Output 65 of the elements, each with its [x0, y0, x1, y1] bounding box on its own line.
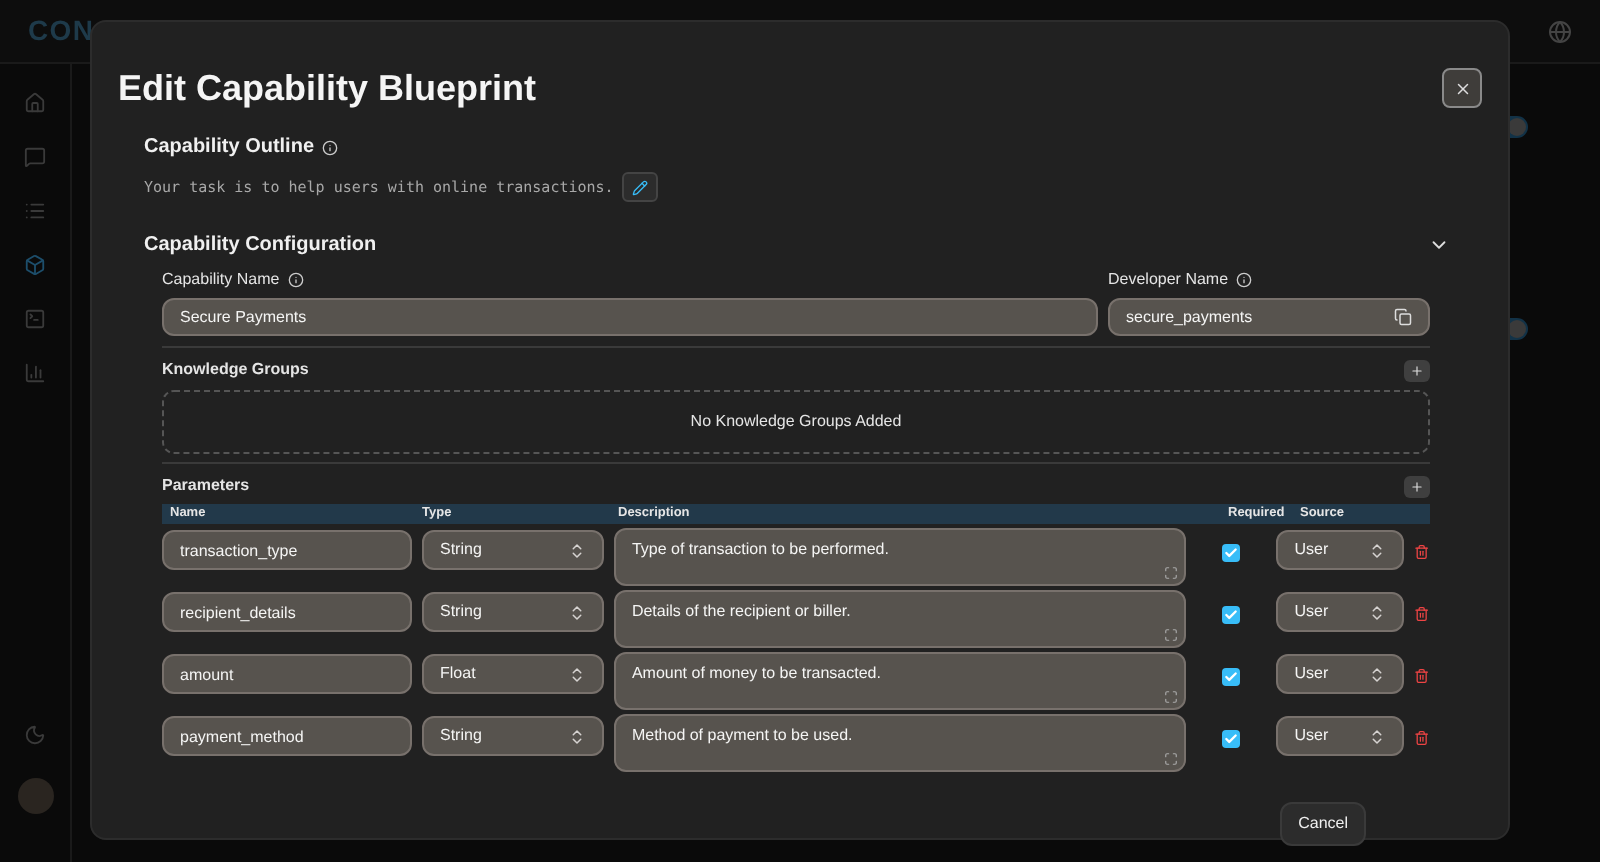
field-label: Developer Name [1108, 268, 1229, 292]
input-field[interactable]: payment_method [162, 716, 412, 756]
logo-text: CON [28, 12, 95, 50]
checkbox[interactable] [1222, 606, 1240, 624]
trash-icon[interactable] [1414, 606, 1430, 622]
field-label: Capability Name [162, 268, 280, 292]
select-field[interactable]: User [1276, 592, 1405, 632]
trash-icon[interactable] [1414, 668, 1430, 684]
resize-icon [1163, 628, 1178, 642]
info-icon [322, 139, 339, 155]
input-field[interactable]: Secure Payments [162, 298, 1098, 336]
select-field[interactable]: String [422, 716, 604, 756]
close-button[interactable] [1442, 68, 1482, 108]
pencil-icon [631, 179, 648, 195]
description-field[interactable]: Details of the recipient or biller. [613, 590, 1186, 648]
trash-icon[interactable] [1414, 544, 1430, 560]
description-field[interactable]: Method of payment to be used. [613, 714, 1186, 772]
check-icon [1224, 546, 1238, 560]
checkbox[interactable] [1222, 668, 1240, 686]
chevrons-icon [1368, 603, 1387, 621]
cube-icon[interactable] [24, 254, 46, 276]
empty-text: No Knowledge Groups Added [690, 410, 902, 434]
chevrons-icon [567, 727, 586, 745]
resize-icon [1163, 566, 1178, 580]
info-icon [1236, 272, 1253, 288]
resize-icon [1163, 752, 1178, 766]
description-field[interactable]: Amount of money to be transacted. [613, 652, 1186, 710]
check-icon [1224, 670, 1238, 684]
close-icon [1453, 79, 1471, 97]
chevrons-icon [1368, 541, 1387, 559]
chevrons-icon [567, 541, 586, 559]
plus-icon [1410, 363, 1424, 377]
chevrons-icon [1368, 727, 1387, 745]
input-field[interactable]: transaction_type [162, 530, 412, 570]
section-label: Capability Configuration [144, 232, 377, 260]
section-label: Knowledge Groups [162, 358, 309, 382]
description-field[interactable]: Type of transaction to be performed. [613, 528, 1186, 586]
dialog-title: Edit Capability Blueprint [118, 66, 537, 112]
input-field[interactable]: amount [162, 654, 412, 694]
checkbox[interactable] [1222, 544, 1240, 562]
plus-icon [1410, 479, 1424, 493]
resize-icon [1163, 690, 1178, 704]
add-button[interactable] [1404, 359, 1430, 381]
select-field[interactable]: User [1276, 654, 1405, 694]
section-label: Parameters [162, 474, 250, 498]
select-field[interactable]: String [422, 530, 604, 570]
check-icon [1224, 608, 1238, 622]
chevrons-icon [567, 603, 586, 621]
cancel-button[interactable]: Cancel [1280, 802, 1366, 846]
info-icon [287, 272, 304, 288]
select-field[interactable]: User [1276, 530, 1405, 570]
select-field[interactable]: Float [422, 654, 604, 694]
checkbox[interactable] [1222, 730, 1240, 748]
copy-icon[interactable] [1394, 308, 1412, 326]
select-field[interactable]: User [1276, 716, 1405, 756]
check-icon [1224, 732, 1238, 746]
select-field[interactable]: String [422, 592, 604, 632]
add-button[interactable] [1404, 475, 1430, 497]
input-field[interactable]: recipient_details [162, 592, 412, 632]
chevrons-icon [567, 665, 586, 683]
section-label: Capability Outline [144, 134, 315, 162]
edit-button[interactable] [621, 172, 658, 202]
input-field[interactable]: secure_payments [1108, 298, 1430, 336]
chevrons-icon [1368, 665, 1387, 683]
trash-icon[interactable] [1414, 730, 1430, 746]
